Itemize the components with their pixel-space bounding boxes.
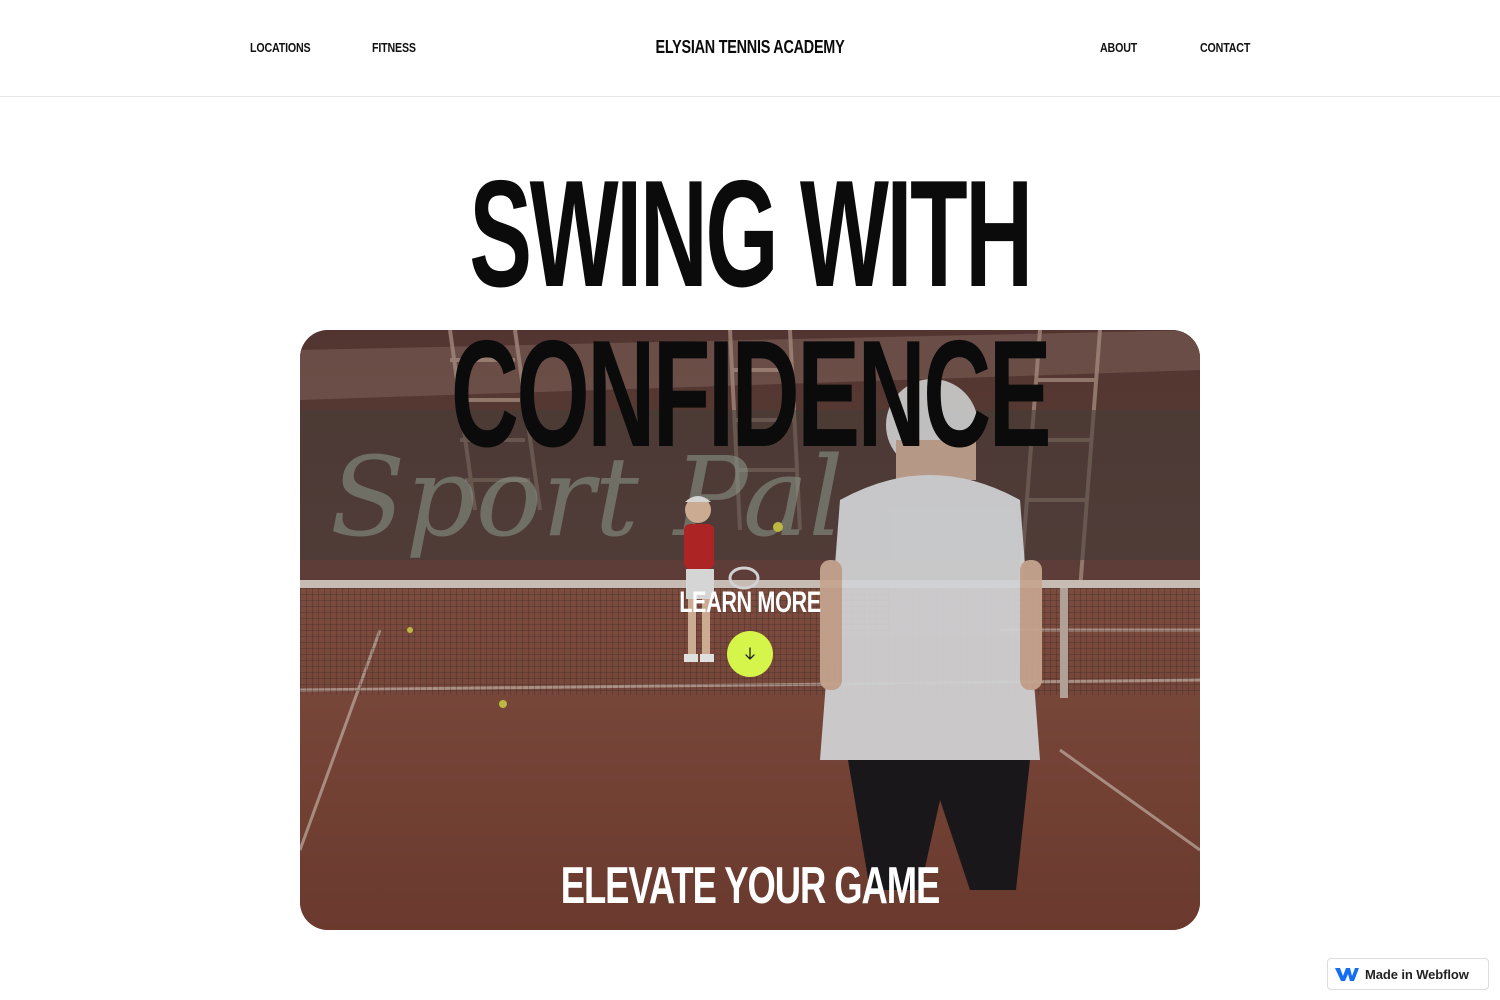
webflow-logo-icon bbox=[1335, 968, 1359, 981]
scroll-down-button[interactable] bbox=[727, 631, 773, 677]
nav-link-contact[interactable]: CONTACT bbox=[1200, 40, 1250, 55]
hero-headline-line2: CONFIDENCE bbox=[450, 309, 1052, 479]
nav-link-about[interactable]: ABOUT bbox=[1100, 40, 1137, 55]
badge-label: Made in Webflow bbox=[1365, 966, 1469, 982]
arrow-down-icon bbox=[745, 647, 755, 660]
hero-headline-line1: SWING WITH bbox=[469, 149, 1033, 319]
hero-tagline: ELEVATE YOUR GAME bbox=[560, 857, 941, 915]
made-in-webflow-badge[interactable]: Made in Webflow bbox=[1327, 958, 1489, 990]
learn-more-link[interactable]: LEARN MORE bbox=[210, 586, 1290, 620]
site-header: LOCATIONS FITNESS ELYSIAN TENNIS ACADEMY… bbox=[0, 0, 1500, 97]
brand-logo[interactable]: ELYSIAN TENNIS ACADEMY bbox=[150, 37, 1350, 58]
